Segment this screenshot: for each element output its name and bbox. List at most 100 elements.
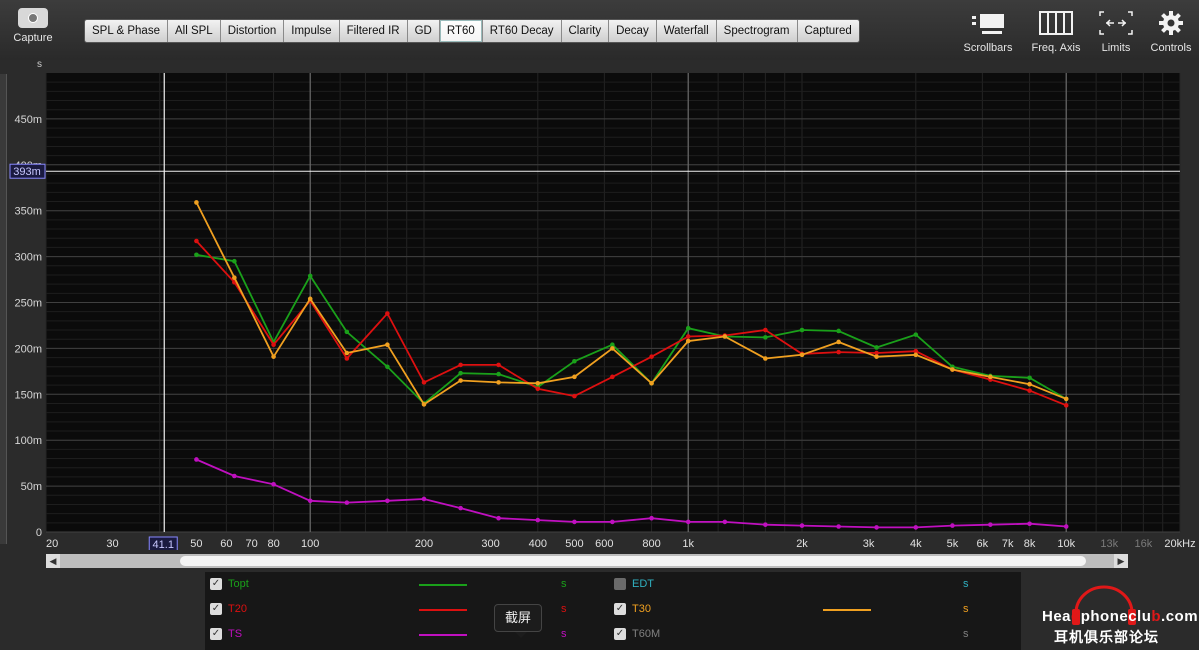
- data-point-t30: [535, 380, 541, 386]
- data-point-t30: [307, 296, 313, 302]
- x-tick-label: 6k: [977, 538, 989, 550]
- data-point-ts: [232, 473, 237, 479]
- data-point-t30: [913, 352, 919, 358]
- controls-label: Controls: [1150, 42, 1192, 54]
- x-tick-label: 8k: [1024, 538, 1036, 550]
- x-tick-label: 20: [46, 538, 58, 550]
- data-point-t30: [496, 380, 501, 385]
- tab-decay[interactable]: Decay: [609, 20, 657, 42]
- tab-waterfall[interactable]: Waterfall: [656, 20, 717, 42]
- data-point-topt: [232, 258, 237, 264]
- legend-label: EDT: [632, 578, 654, 590]
- y-tick-label: 100m: [14, 435, 42, 447]
- controls-button[interactable]: Controls: [1146, 10, 1196, 54]
- legend-swatch-topt: [419, 584, 467, 586]
- legend-checkbox-topt[interactable]: ✓: [210, 578, 222, 591]
- legend-row-topt: ✓ Topt: [210, 575, 249, 593]
- freq-axis-label: Freq. Axis: [1031, 42, 1081, 54]
- x-tick-label: 70: [246, 538, 258, 550]
- data-point-ts: [685, 519, 691, 525]
- data-point-t30: [950, 367, 955, 372]
- legend-row-t20: ✓ T20: [210, 600, 247, 618]
- legend-unit: s: [561, 603, 567, 615]
- scroll-thumb[interactable]: [180, 556, 1086, 566]
- data-point-t30: [836, 339, 841, 345]
- data-point-topt: [1027, 375, 1032, 381]
- tab-filtered-ir[interactable]: Filtered IR: [339, 20, 408, 42]
- watermark-logo: Headphoneclub.com 耳机俱乐部论坛: [1034, 581, 1199, 650]
- capture-button[interactable]: Capture: [8, 8, 58, 44]
- data-point-topt: [913, 332, 919, 337]
- data-point-t20: [194, 238, 199, 244]
- x-tick-label: 20kHz: [1164, 538, 1195, 550]
- scroll-left-arrow[interactable]: ◀: [46, 554, 60, 568]
- limits-label: Limits: [1101, 42, 1131, 54]
- data-point-t30: [194, 200, 199, 205]
- legend-checkbox-t60m[interactable]: ✓: [614, 628, 626, 641]
- data-point-t30: [1027, 381, 1032, 387]
- tab-gd[interactable]: GD: [407, 20, 440, 42]
- legend-checkbox-t30[interactable]: ✓: [614, 603, 626, 616]
- x-tick-label: 200: [415, 538, 433, 550]
- data-point-t30: [232, 275, 237, 281]
- screenshot-tooltip: 截屏: [494, 604, 543, 638]
- y-tick-label: 350m: [14, 206, 42, 218]
- tab-all-spl[interactable]: All SPL: [167, 20, 221, 42]
- legend-label: T60M: [632, 628, 661, 640]
- x-tick-label: 5k: [947, 538, 959, 550]
- x-tick-label: 30: [106, 538, 118, 550]
- data-point-t30: [344, 350, 350, 356]
- rt60-chart[interactable]: 050m100m150m200m250m300m350m400m450m2030…: [0, 60, 1199, 550]
- data-point-topt: [458, 370, 463, 376]
- data-point-t30: [874, 354, 879, 359]
- tab-spectrogram[interactable]: Spectrogram: [716, 20, 798, 42]
- data-point-t20: [836, 349, 841, 355]
- data-point-ts: [610, 519, 615, 525]
- horizontal-scrollbar[interactable]: ◀ ▶: [46, 554, 1128, 568]
- legend-unit: s: [963, 603, 969, 615]
- legend-checkbox-ts[interactable]: ✓: [210, 628, 222, 641]
- freq-axis-icon: [1028, 10, 1084, 36]
- data-point-t20: [685, 334, 691, 339]
- legend-label: T20: [228, 603, 247, 615]
- data-point-t30: [271, 354, 276, 359]
- data-point-ts: [458, 505, 463, 511]
- data-point-ts: [572, 519, 577, 525]
- toolbar: Capture SPL & Phase All SPL Distortion Impu…: [0, 0, 1199, 60]
- data-point-ts: [271, 481, 276, 487]
- data-point-t30: [572, 374, 577, 380]
- tab-distortion[interactable]: Distortion: [220, 20, 285, 42]
- legend-row-edt: EDT: [614, 575, 654, 593]
- tab-captured[interactable]: Captured: [797, 20, 859, 42]
- data-point-t20: [763, 327, 768, 333]
- x-tick-label: 3k: [863, 538, 875, 550]
- legend-unit: s: [963, 628, 969, 640]
- data-point-t20: [385, 311, 390, 316]
- data-point-topt: [194, 252, 199, 258]
- legend-label: T30: [632, 603, 651, 615]
- freq-axis-button[interactable]: Freq. Axis: [1028, 10, 1084, 54]
- legend-label: TS: [228, 628, 243, 640]
- tab-rt60-decay[interactable]: RT60 Decay: [482, 20, 562, 42]
- tab-impulse[interactable]: Impulse: [284, 20, 340, 42]
- legend-checkbox-t20[interactable]: ✓: [210, 603, 222, 616]
- scroll-right-arrow[interactable]: ▶: [1114, 554, 1128, 568]
- data-point-topt: [496, 371, 501, 377]
- data-point-t30: [649, 380, 654, 386]
- data-point-topt: [344, 329, 350, 335]
- watermark-line1: Headphoneclub.com: [1042, 608, 1199, 625]
- data-point-topt: [763, 335, 768, 340]
- data-point-t20: [535, 386, 541, 392]
- data-point-topt: [799, 327, 805, 333]
- data-point-topt: [307, 273, 313, 279]
- x-tick-label: 80: [267, 538, 279, 550]
- limits-button[interactable]: Limits: [1094, 10, 1138, 54]
- data-point-t20: [271, 342, 276, 348]
- data-point-t30: [763, 356, 768, 361]
- tab-rt60[interactable]: RT60: [439, 20, 483, 42]
- legend-checkbox-edt[interactable]: [614, 578, 626, 591]
- tab-clarity[interactable]: Clarity: [561, 20, 610, 42]
- scrollbars-button[interactable]: Scrollbars: [960, 10, 1016, 54]
- tab-spl-phase[interactable]: SPL & Phase: [85, 20, 168, 42]
- data-point-ts: [950, 523, 955, 528]
